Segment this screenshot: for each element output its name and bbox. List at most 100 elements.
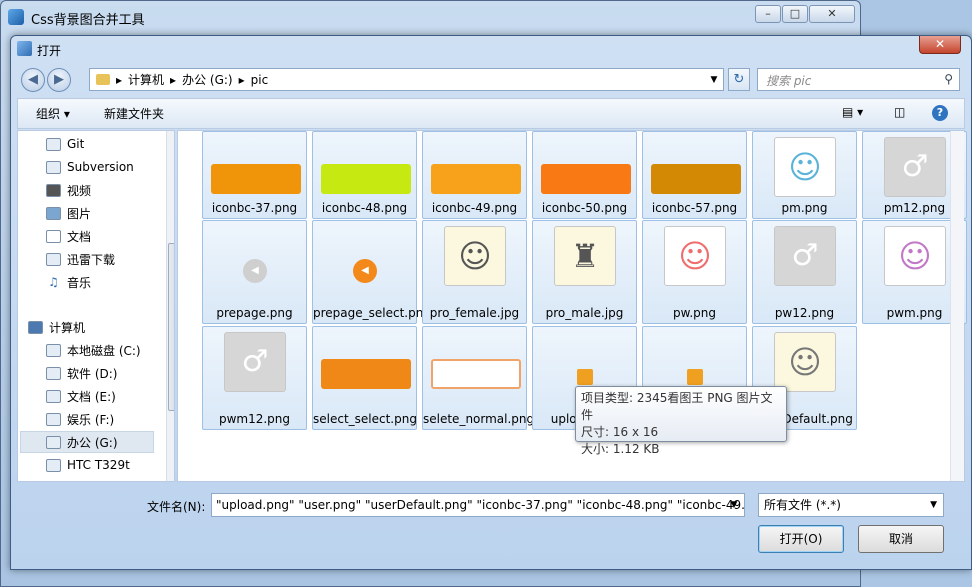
- preview-pane-icon[interactable]: ◫: [894, 105, 905, 119]
- color-bar-thumbnail: [211, 164, 301, 194]
- tooltip-dimensions: 尺寸: 16 x 16: [581, 425, 659, 439]
- sidebar-item-label: 文档 (E:): [67, 389, 116, 404]
- file-name: pro_male.jpg: [545, 306, 624, 320]
- download-icon: [46, 252, 61, 266]
- file-item[interactable]: ☺ pro_female.jpg: [422, 220, 527, 324]
- sidebar-item-drive-e[interactable]: 文档 (E:): [46, 386, 116, 406]
- sidebar-item-label: 音乐: [67, 275, 92, 290]
- avatar-add-icon: ☺: [884, 226, 946, 286]
- color-bar-thumbnail: [431, 164, 521, 194]
- file-name: pwm12.png: [218, 412, 291, 426]
- view-options-icon[interactable]: ▤ ▾: [842, 105, 863, 119]
- sidebar-item-documents[interactable]: 文档: [46, 226, 91, 246]
- gender-icon: ♂: [224, 332, 286, 392]
- person-icon: ☺: [444, 226, 506, 286]
- video-icon: [46, 183, 61, 197]
- sidebar-item-label: 迅雷下载: [67, 252, 116, 267]
- file-item[interactable]: iconbc-37.png: [202, 131, 307, 219]
- chevron-down-icon[interactable]: ▼: [725, 494, 743, 516]
- breadcrumb-computer[interactable]: 计算机: [128, 71, 164, 88]
- open-button[interactable]: 打开(O): [758, 525, 844, 553]
- file-item[interactable]: selete_normal.png: [422, 326, 534, 430]
- file-type-value: 所有文件 (*.*): [764, 498, 841, 512]
- sidebar-item-drive-d[interactable]: 软件 (D:): [46, 363, 117, 383]
- help-icon[interactable]: ?: [932, 105, 948, 121]
- address-bar[interactable]: ▸ 计算机 ▸ 办公 (G:) ▸ pic ▼: [89, 68, 724, 91]
- picture-icon: [46, 206, 61, 220]
- filename-input[interactable]: "upload.png" "user.png" "userDefault.png…: [211, 493, 745, 517]
- tooltip-type: 项目类型: 2345看图王 PNG 图片文件: [581, 391, 773, 422]
- search-input[interactable]: 搜索 pic ⚲: [757, 68, 960, 91]
- phone-icon: [46, 458, 61, 472]
- file-item[interactable]: ◀ prepage_select.png: [312, 220, 431, 324]
- cancel-button[interactable]: 取消: [858, 525, 944, 553]
- file-item[interactable]: ♜ pro_male.jpg: [532, 220, 637, 324]
- file-item[interactable]: ☺ pm.png: [752, 131, 857, 219]
- drive-icon: [46, 366, 61, 380]
- sidebar-item-htc[interactable]: HTC T329t: [46, 455, 130, 475]
- forward-button[interactable]: ▶: [47, 68, 71, 92]
- folder-icon: [46, 160, 61, 174]
- chevron-right-icon: ▸: [116, 72, 123, 87]
- file-item[interactable]: ◀ prepage.png: [202, 220, 307, 324]
- parent-window-title: Css背景图合并工具: [31, 13, 145, 28]
- refresh-button[interactable]: ↻: [728, 68, 750, 91]
- file-item[interactable]: ♂ pwm12.png: [202, 326, 307, 430]
- breadcrumb-drive[interactable]: 办公 (G:): [182, 71, 233, 88]
- sidebar-item-label: 办公 (G:): [67, 435, 118, 450]
- close-button[interactable]: ✕: [809, 5, 855, 23]
- file-name: select_select.png: [313, 412, 417, 426]
- sidebar-item-git[interactable]: Git: [46, 134, 84, 154]
- toolbar: 组织 ▾ 新建文件夹 ▤ ▾ ◫ ?: [17, 98, 965, 129]
- sidebar-item-computer[interactable]: 计算机: [28, 317, 85, 337]
- navigation-pane: Git Subversion 视频 图片 文档 迅雷下载 ♫ 音乐 计算机 本地磁…: [17, 130, 175, 482]
- file-item[interactable]: iconbc-48.png: [312, 131, 417, 219]
- app-icon: [8, 9, 24, 25]
- sidebar-item-subversion[interactable]: Subversion: [46, 157, 134, 177]
- file-item[interactable]: ☺ pw.png: [642, 220, 747, 324]
- organize-button[interactable]: 组织 ▾: [36, 105, 70, 122]
- file-name: iconbc-50.png: [541, 201, 628, 215]
- file-item[interactable]: ♂ pw12.png: [752, 220, 857, 324]
- file-list-scrollbar[interactable]: [950, 131, 964, 481]
- back-button[interactable]: ◀: [21, 68, 45, 92]
- sidebar-item-videos[interactable]: 视频: [46, 180, 91, 200]
- file-name: iconbc-57.png: [651, 201, 738, 215]
- sidebar-item-label: 软件 (D:): [67, 366, 118, 381]
- chevron-down-icon[interactable]: ▼: [705, 75, 723, 85]
- file-item[interactable]: select_select.png: [312, 326, 417, 430]
- file-name: pro_female.jpg: [429, 306, 520, 320]
- music-icon: ♫: [48, 275, 59, 289]
- filename-label: 文件名(N):: [147, 500, 206, 514]
- search-icon[interactable]: ⚲: [944, 72, 953, 86]
- sidebar-item-label: HTC T329t: [67, 458, 130, 472]
- sidebar-item-drive-c[interactable]: 本地磁盘 (C:): [46, 340, 141, 360]
- drive-icon: [46, 343, 61, 357]
- sidebar-item-pictures[interactable]: 图片: [46, 203, 91, 223]
- sidebar-item-drive-g[interactable]: 办公 (G:): [46, 432, 118, 452]
- open-dialog: 打开 ✕ ◀ ▶ ▸ 计算机 ▸ 办公 (G:) ▸ pic ▼ ↻ 搜索 pi…: [10, 35, 972, 570]
- file-item[interactable]: iconbc-57.png: [642, 131, 747, 219]
- file-list: iconbc-37.png iconbc-48.png iconbc-49.png i…: [177, 130, 967, 482]
- maximize-button[interactable]: □: [782, 5, 808, 23]
- dialog-close-button[interactable]: ✕: [919, 36, 961, 54]
- chevron-down-icon: ▼: [930, 500, 937, 510]
- sidebar-item-label: 娱乐 (F:): [67, 412, 115, 427]
- gender-icon: ♂: [774, 226, 836, 286]
- sidebar-item-xunlei[interactable]: 迅雷下载: [46, 249, 115, 269]
- color-bar-thumbnail: [541, 164, 631, 194]
- dialog-title: 打开: [37, 44, 62, 58]
- sidebar-item-label: 文档: [67, 229, 92, 244]
- sidebar-item-music[interactable]: ♫ 音乐: [46, 272, 91, 292]
- small-image-icon: [577, 369, 593, 385]
- new-folder-button[interactable]: 新建文件夹: [104, 105, 164, 122]
- file-name: pw12.png: [774, 306, 835, 320]
- sidebar-item-label: 本地磁盘 (C:): [67, 343, 141, 358]
- sidebar-item-drive-f[interactable]: 娱乐 (F:): [46, 409, 114, 429]
- sidebar-scroll-thumb[interactable]: [168, 243, 174, 411]
- minimize-button[interactable]: –: [755, 5, 781, 23]
- file-item[interactable]: iconbc-50.png: [532, 131, 637, 219]
- breadcrumb-folder[interactable]: pic: [251, 73, 269, 87]
- file-type-select[interactable]: 所有文件 (*.*) ▼: [758, 493, 944, 517]
- file-item[interactable]: iconbc-49.png: [422, 131, 527, 219]
